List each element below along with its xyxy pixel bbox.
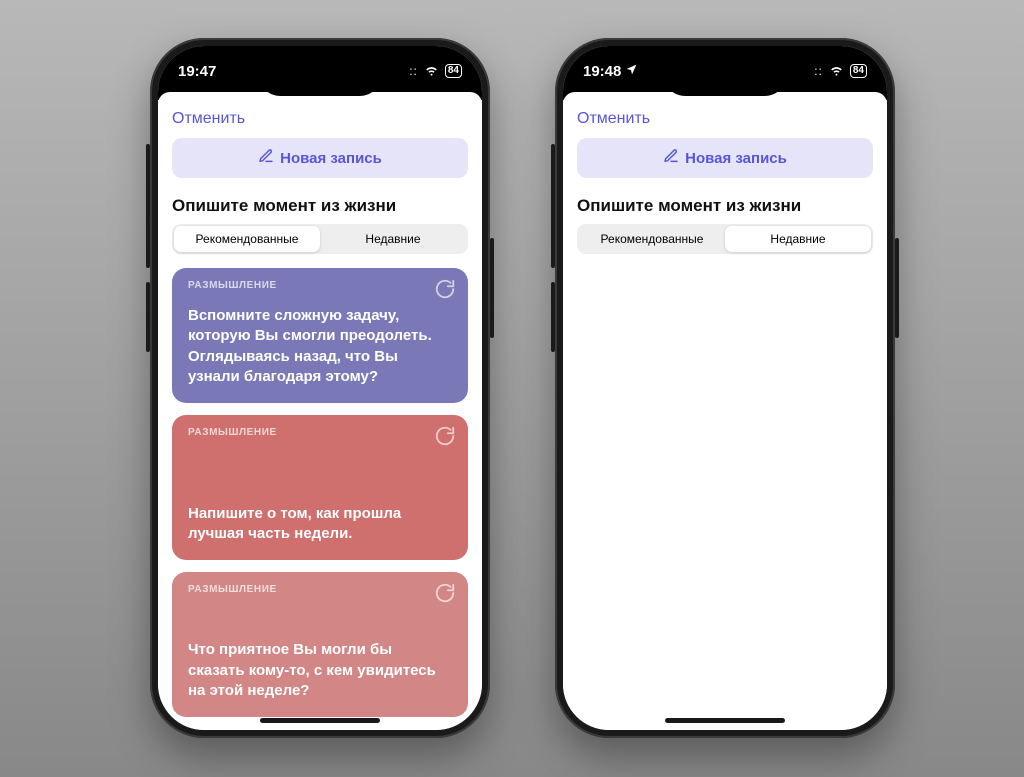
wifi-icon <box>829 62 844 80</box>
device-mockup-stage: 19:47 :: 84 Отменить <box>0 0 1024 777</box>
screen: 19:48 :: 84 Отменить <box>563 46 887 730</box>
status-time: 19:48 <box>583 63 638 80</box>
modal-header: Отменить Новая запись <box>158 92 482 178</box>
refresh-icon[interactable] <box>434 425 456 447</box>
location-icon <box>625 63 638 80</box>
tab-segmented-control: Рекомендованные Недавние <box>577 224 873 254</box>
home-indicator[interactable] <box>665 718 785 723</box>
prompt-cards-list: РАЗМЫШЛЕНИЕ Вспомните сложную задачу, ко… <box>158 254 482 717</box>
compose-modal: Отменить Новая запись Опишите момент из … <box>158 92 482 730</box>
status-icons: :: 84 <box>814 62 867 80</box>
status-icons: :: 84 <box>409 62 462 80</box>
tab-recommended[interactable]: Рекомендованные <box>579 226 725 252</box>
card-question-text: Что приятное Вы могли бы сказать кому-то… <box>188 640 452 701</box>
clock-label: 19:47 <box>178 63 216 80</box>
prompt-cards-list-empty <box>563 254 887 268</box>
tab-recent[interactable]: Недавние <box>725 226 871 252</box>
compose-icon <box>258 148 274 168</box>
new-entry-label: Новая запись <box>280 150 382 167</box>
card-category-label: РАЗМЫШЛЕНИЕ <box>188 584 277 595</box>
wifi-icon <box>424 62 439 80</box>
prompt-card[interactable]: РАЗМЫШЛЕНИЕ Вспомните сложную задачу, ко… <box>172 268 468 403</box>
screen: 19:47 :: 84 Отменить <box>158 46 482 730</box>
tab-recommended[interactable]: Рекомендованные <box>174 226 320 252</box>
compose-icon <box>663 148 679 168</box>
battery-indicator: 84 <box>850 64 867 78</box>
dynamic-island <box>670 56 780 88</box>
section-title: Опишите момент из жизни <box>158 178 482 224</box>
iphone-mockup-left: 19:47 :: 84 Отменить <box>150 38 490 738</box>
clock-label: 19:48 <box>583 63 621 80</box>
section-title: Опишите момент из жизни <box>563 178 887 224</box>
modal-header: Отменить Новая запись <box>563 92 887 178</box>
card-question-text: Напишите о том, как прошла лучшая часть … <box>188 504 452 545</box>
card-question-text: Вспомните сложную задачу, которую Вы смо… <box>188 306 452 387</box>
tab-segmented-control: Рекомендованные Недавние <box>172 224 468 254</box>
new-entry-label: Новая запись <box>685 150 787 167</box>
iphone-mockup-right: 19:48 :: 84 Отменить <box>555 38 895 738</box>
prompt-card[interactable]: РАЗМЫШЛЕНИЕ Что приятное Вы могли бы ска… <box>172 572 468 717</box>
status-time: 19:47 <box>178 63 216 80</box>
compose-modal: Отменить Новая запись Опишите момент из … <box>563 92 887 730</box>
cancel-button[interactable]: Отменить <box>172 104 245 138</box>
battery-indicator: 84 <box>445 64 462 78</box>
tab-recent[interactable]: Недавние <box>320 226 466 252</box>
cellular-icon: :: <box>814 64 823 78</box>
card-category-label: РАЗМЫШЛЕНИЕ <box>188 427 277 438</box>
prompt-card[interactable]: РАЗМЫШЛЕНИЕ Напишите о том, как прошла л… <box>172 415 468 560</box>
new-entry-button[interactable]: Новая запись <box>577 138 873 178</box>
dynamic-island <box>265 56 375 88</box>
refresh-icon[interactable] <box>434 278 456 300</box>
cancel-button[interactable]: Отменить <box>577 104 650 138</box>
refresh-icon[interactable] <box>434 582 456 604</box>
new-entry-button[interactable]: Новая запись <box>172 138 468 178</box>
cellular-icon: :: <box>409 64 418 78</box>
card-category-label: РАЗМЫШЛЕНИЕ <box>188 280 277 291</box>
home-indicator[interactable] <box>260 718 380 723</box>
